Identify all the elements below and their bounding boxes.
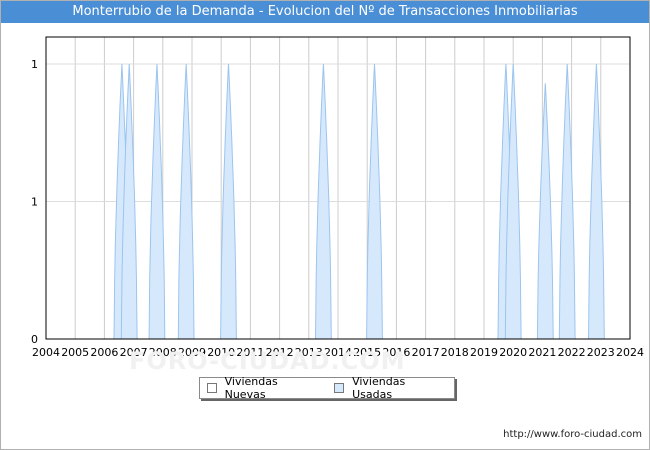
legend-item-nuevas: Viviendas Nuevas <box>207 375 317 401</box>
x-tick-label: 2018 <box>441 346 469 359</box>
legend-swatch-usadas <box>334 383 345 393</box>
legend-label-nuevas: Viviendas Nuevas <box>224 375 278 401</box>
legend-item-usadas: Viviendas Usadas <box>334 375 444 401</box>
x-tick-label: 2024 <box>616 346 644 359</box>
x-tick-label: 2023 <box>587 346 615 359</box>
legend-label-usadas: Viviendas Usadas <box>352 375 406 401</box>
y-tick-label: 1 <box>31 58 38 71</box>
x-tick-label: 2004 <box>32 346 60 359</box>
x-tick-label: 2006 <box>90 346 118 359</box>
x-tick-label: 2022 <box>558 346 586 359</box>
x-tick-label: 2021 <box>528 346 556 359</box>
legend: Viviendas Nuevas Viviendas Usadas <box>199 375 455 401</box>
chart-title: Monterrubio de la Demanda - Evolucion de… <box>1 1 649 23</box>
source-url: http://www.foro-ciudad.com <box>503 429 642 440</box>
watermark: FORO-CIUDAD.COM <box>129 347 406 375</box>
chart-frame: 2004 2005 2006 2007 2008 2009 2010 2011 2012 2013… <box>0 0 650 450</box>
y-tick-label: 0 <box>31 333 38 346</box>
x-tick-label: 2019 <box>470 346 498 359</box>
x-tick-label: 2017 <box>412 346 440 359</box>
x-tick-label: 2005 <box>61 346 89 359</box>
x-tick-label: 2020 <box>499 346 527 359</box>
y-tick-label: 1 <box>31 196 38 209</box>
y-axis-ticks: 0 1 1 <box>31 58 38 346</box>
legend-swatch-nuevas <box>207 383 217 393</box>
